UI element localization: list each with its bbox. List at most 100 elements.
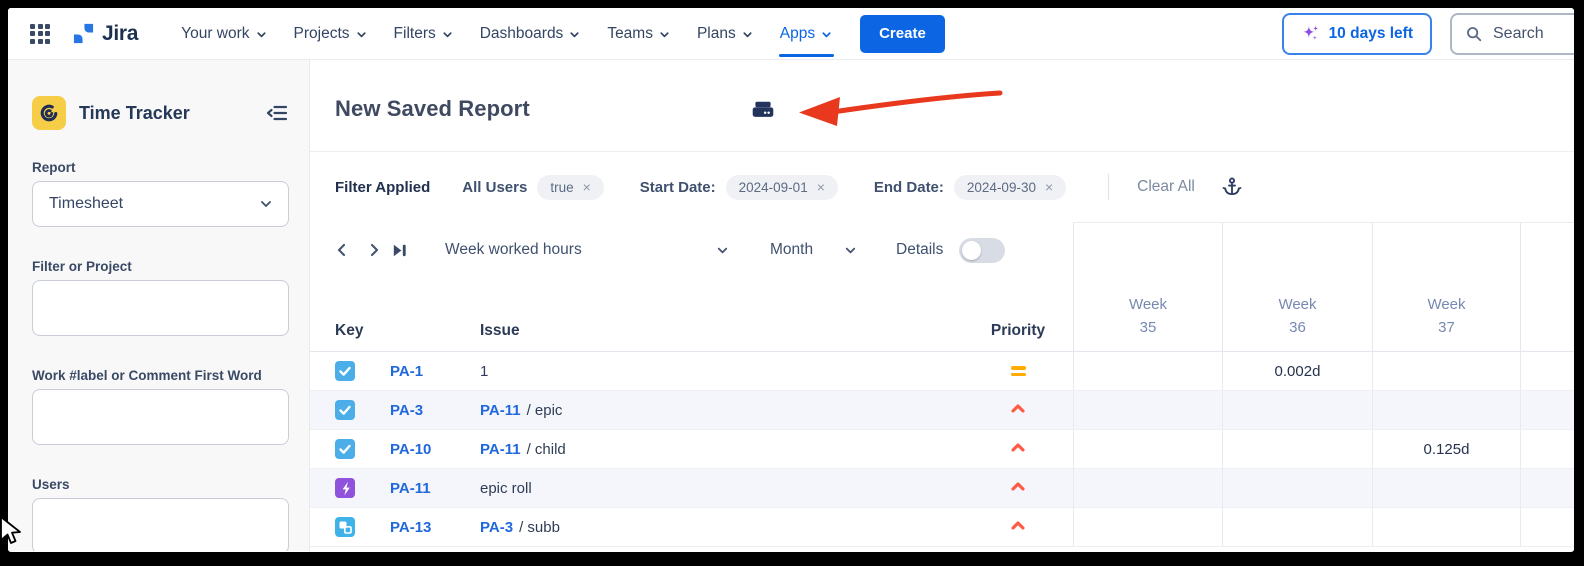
chevron-down-icon [820, 28, 833, 41]
issue-summary: 1 [480, 363, 488, 380]
week-cell: 0.002d [1222, 352, 1372, 390]
search-icon [1465, 25, 1483, 43]
week-cell [1073, 430, 1222, 468]
app-title: Time Tracker [79, 103, 265, 124]
top-nav: Jira Your work Projects Filters Dashboar… [8, 8, 1574, 60]
issue-key-link[interactable]: PA-1 [390, 363, 423, 380]
week-cell: 0.125d [1372, 430, 1520, 468]
chevron-down-icon [658, 28, 671, 41]
priority-high-icon [1009, 440, 1027, 459]
divider [1108, 174, 1109, 200]
sheet-controls: Week worked hours Month Details [310, 222, 1073, 278]
chevron-down-icon [355, 28, 368, 41]
task-type-icon [335, 439, 355, 459]
issue-parent-link[interactable]: PA-11 [480, 402, 521, 419]
clear-all-link[interactable]: Clear All [1137, 178, 1195, 196]
nav-item-apps[interactable]: Apps [767, 8, 846, 59]
filter-project-label: Filter or Project [32, 259, 289, 274]
users-label: Users [32, 477, 289, 492]
cursor-icon [0, 514, 26, 548]
issue-parent-link[interactable]: PA-3 [480, 519, 513, 536]
chevron-down-icon [568, 28, 581, 41]
nav-item-teams[interactable]: Teams [594, 8, 684, 59]
filter-chip-all-users[interactable]: true × [537, 175, 603, 200]
week-cell [1372, 391, 1520, 429]
nav-item-plans[interactable]: Plans [684, 8, 767, 59]
week-cell [1372, 469, 1520, 507]
chevron-down-icon [441, 28, 454, 41]
report-select[interactable]: Timesheet [32, 181, 289, 227]
chip-name-all-users: All Users [462, 179, 527, 196]
timesheet-table: Week 35 Week 36 Week 37 [310, 222, 1574, 547]
close-icon[interactable]: × [1045, 180, 1053, 194]
week-cell [1073, 469, 1222, 507]
page-title: New Saved Report [335, 96, 530, 122]
table-row: PA-1 1 0.002d [310, 352, 1574, 391]
skip-to-last-icon[interactable] [390, 241, 409, 260]
work-label: Work #label or Comment First Word [32, 368, 289, 383]
trial-days-left-button[interactable]: 10 days left [1282, 13, 1432, 55]
week-cell [1372, 508, 1520, 546]
chevron-down-icon [843, 243, 858, 258]
issue-key-link[interactable]: PA-11 [390, 480, 431, 497]
filter-applied-label: Filter Applied [335, 179, 430, 196]
report-label: Report [32, 160, 289, 175]
filter-project-input[interactable] [32, 280, 289, 336]
search-input[interactable]: Search [1450, 13, 1574, 55]
subtask-type-icon [335, 517, 355, 537]
issue-key-link[interactable]: PA-3 [390, 402, 423, 419]
jira-logo[interactable]: Jira [72, 22, 138, 46]
anchor-icon[interactable] [1221, 176, 1243, 198]
printer-icon[interactable] [750, 98, 776, 129]
report-header: New Saved Report [310, 60, 1574, 152]
app-switcher-icon[interactable] [30, 24, 50, 44]
week-cell [1073, 352, 1222, 390]
create-button[interactable]: Create [860, 15, 945, 53]
issue-key-link[interactable]: PA-10 [390, 441, 431, 458]
chevron-down-icon [741, 28, 754, 41]
week-cell [1222, 508, 1372, 546]
close-icon[interactable]: × [817, 180, 825, 194]
nav-item-filters[interactable]: Filters [381, 8, 467, 59]
chevron-down-icon [258, 196, 274, 212]
nav-item-dashboards[interactable]: Dashboards [467, 8, 595, 59]
details-label: Details [896, 241, 943, 259]
nav-item-your-work[interactable]: Your work [168, 8, 280, 59]
sidebar: Time Tracker Report Timesheet Filter or … [8, 60, 310, 551]
issue-summary: / child [527, 441, 566, 458]
period-dropdown[interactable]: Month [770, 241, 858, 259]
filter-bar: Filter Applied All Users true × Start Da… [310, 152, 1574, 222]
issue-summary: / epic [527, 402, 563, 419]
nav-item-projects[interactable]: Projects [281, 8, 381, 59]
task-type-icon [335, 400, 355, 420]
app-window: Jira Your work Projects Filters Dashboar… [8, 8, 1574, 552]
week-cell [1073, 391, 1222, 429]
next-period-icon[interactable] [366, 242, 382, 258]
time-tracker-logo [32, 96, 66, 130]
prev-period-icon[interactable] [334, 242, 350, 258]
column-header-issue: Issue [456, 322, 963, 340]
table-row: PA-3 PA-11 / epic [310, 391, 1574, 430]
chevron-down-icon [715, 243, 730, 258]
work-label-input[interactable] [32, 389, 289, 445]
filter-chip-end-date[interactable]: 2024-09-30 × [954, 175, 1066, 200]
collapse-sidebar-icon[interactable] [265, 101, 289, 125]
week-cell [1222, 469, 1372, 507]
week-cell [1222, 391, 1372, 429]
close-icon[interactable]: × [583, 180, 591, 194]
filter-chip-start-date[interactable]: 2024-09-01 × [726, 175, 838, 200]
priority-high-icon [1009, 479, 1027, 498]
users-input[interactable] [32, 498, 289, 551]
jira-mark-icon [72, 22, 95, 45]
details-toggle[interactable] [959, 238, 1005, 263]
view-mode-dropdown[interactable]: Week worked hours [445, 241, 730, 259]
sparkle-icon [1301, 24, 1320, 43]
chip-name-start-date: Start Date: [640, 179, 716, 196]
week-column-header: Week 37 [1372, 222, 1520, 351]
column-header-key: Key [310, 322, 456, 340]
table-row: PA-11 epic roll [310, 469, 1574, 508]
annotation-arrow [796, 86, 1006, 130]
issue-parent-link[interactable]: PA-11 [480, 441, 521, 458]
table-row: PA-10 PA-11 / child 0.125d [310, 430, 1574, 469]
issue-key-link[interactable]: PA-13 [390, 519, 431, 536]
